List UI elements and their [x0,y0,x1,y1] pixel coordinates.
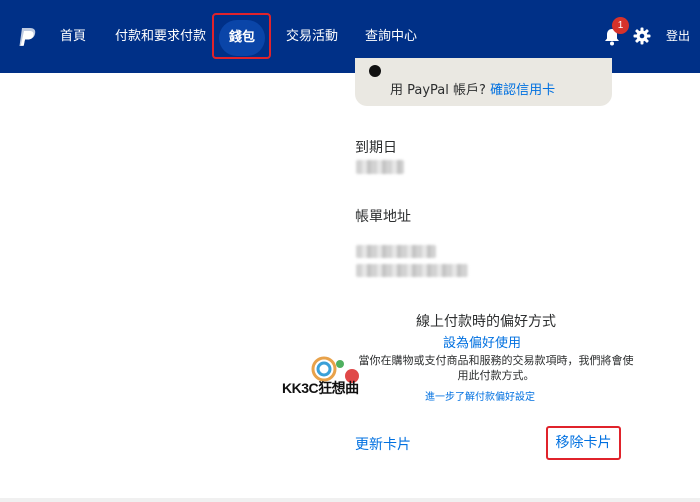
wallet-highlight-box [212,13,271,59]
page-bottom-divider [0,498,700,502]
set-as-preferred-link[interactable]: 設為偏好使用 [443,332,521,351]
update-card-link[interactable]: 更新卡片 [355,434,411,454]
notice-text-prefix: 用 PayPal 帳戶? [390,83,486,98]
preferred-method-description: 當你在購物或支付商品和服務的交易款項時，我們將會使用此付款方式。 [358,354,634,382]
confirm-card-link[interactable]: 確認信用卡 [490,83,555,98]
notification-badge: 1 [612,17,629,34]
nav-item-home[interactable]: 首頁 [60,0,86,73]
expiry-date-value-redacted [356,160,404,174]
expiry-date-label: 到期日 [355,140,397,156]
notice-text: 用 PayPal 帳戶? 確認信用卡 [390,79,555,98]
watermark-logo: KK3C狂想曲 [282,356,374,402]
paypal-logo-icon[interactable] [16,26,38,48]
logout-link[interactable]: 登出 [666,0,690,73]
billing-address-line1-redacted [356,245,436,258]
preferred-method-title: 線上付款時的偏好方式 [416,314,556,330]
billing-address-label: 帳單地址 [355,209,411,225]
nav-item-payments[interactable]: 付款和要求付款 [115,0,206,73]
learn-more-preference-link[interactable]: 進一步了解付款偏好設定 [425,388,535,403]
billing-address-line2-redacted [356,264,468,277]
info-icon [369,65,381,77]
remove-card-button[interactable]: 移除卡片 [546,426,621,460]
nav-item-activity[interactable]: 交易活動 [286,0,338,73]
gear-icon[interactable] [633,27,651,45]
watermark-text: KK3C狂想曲 [282,380,359,396]
confirm-card-notice: 用 PayPal 帳戶? 確認信用卡 [355,58,612,106]
